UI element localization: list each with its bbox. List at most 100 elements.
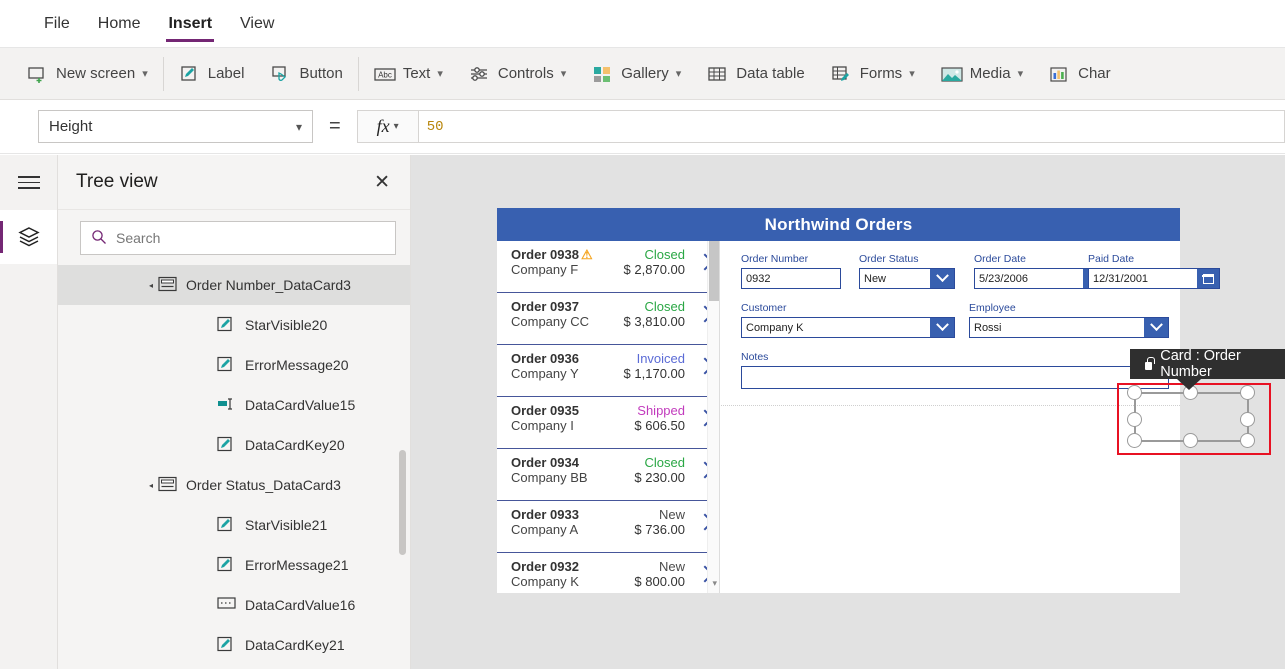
tree-node[interactable]: StarVisible20 bbox=[58, 305, 410, 345]
order-number-value: 0932 bbox=[746, 272, 771, 285]
ribbon-media[interactable]: Media ▾ bbox=[928, 48, 1036, 99]
gallery-item[interactable]: Order 0932 New Company K $ 800.00 bbox=[497, 553, 719, 593]
order-label: Order 0933 bbox=[511, 507, 579, 522]
field-customer: Customer Company K bbox=[741, 302, 955, 338]
order-date-input[interactable]: 5/23/2006 bbox=[974, 268, 1106, 289]
scroll-down-icon[interactable]: ▾ bbox=[712, 578, 717, 589]
gallery-item-status: New bbox=[658, 507, 685, 522]
formula-bar: Height ▾ = fx ▾ 50 bbox=[0, 100, 1285, 154]
chevron-down-icon: ▾ bbox=[1017, 68, 1024, 80]
ribbon-charts[interactable]: Char bbox=[1036, 48, 1124, 99]
tree-node-label: Order Number_DataCard3 bbox=[186, 277, 351, 293]
notes-input[interactable] bbox=[741, 366, 1169, 389]
chevron-down-icon[interactable] bbox=[930, 318, 954, 337]
order-number-input[interactable]: 0932 bbox=[741, 268, 841, 289]
chevron-down-icon: ▾ bbox=[295, 119, 302, 134]
gallery-item-status: Closed bbox=[644, 247, 685, 262]
tree-node[interactable]: StarVisible21 bbox=[58, 505, 410, 545]
tree-node[interactable]: ErrorMessage21 bbox=[58, 545, 410, 585]
menu-item-insert[interactable]: Insert bbox=[154, 0, 226, 48]
field-order-date: Order Date 5/23/2006 bbox=[974, 253, 1106, 289]
order-date-value: 5/23/2006 bbox=[975, 269, 1083, 288]
chevron-down-icon: ▾ bbox=[393, 121, 399, 132]
gallery-scrollbar-thumb[interactable] bbox=[709, 241, 719, 301]
ribbon-gallery-label: Gallery bbox=[621, 65, 669, 82]
hamburger-menu-button[interactable] bbox=[0, 155, 57, 210]
customer-dropdown[interactable]: Company K bbox=[741, 317, 955, 338]
orders-gallery[interactable]: Order 0938 ⚠ Closed Company F $ 2,870.00 Orde… bbox=[497, 241, 720, 593]
label-pencil-icon bbox=[217, 636, 237, 654]
tree-scrollbar-thumb[interactable] bbox=[399, 450, 406, 555]
gallery-item-row-top: Order 0936 Invoiced bbox=[511, 351, 711, 366]
resize-handle-ne[interactable] bbox=[1240, 385, 1255, 400]
ribbon-label[interactable]: Label bbox=[166, 48, 258, 99]
tree-node-label: DataCardValue16 bbox=[245, 597, 356, 613]
search-input[interactable]: Search bbox=[80, 221, 396, 255]
tree-node[interactable]: ErrorMessage20 bbox=[58, 345, 410, 385]
tree-node-list: ◂ Order Number_DataCard3 StarVisible20 Erro… bbox=[58, 265, 410, 669]
label-pencil-icon bbox=[217, 436, 237, 454]
gallery-item-company: Company CC bbox=[511, 314, 590, 329]
label-pencil-icon bbox=[217, 516, 237, 534]
resize-handle-e[interactable] bbox=[1240, 412, 1255, 427]
employee-dropdown[interactable]: Rossi bbox=[969, 317, 1169, 338]
fx-button[interactable]: fx ▾ bbox=[356, 110, 419, 143]
tree-node[interactable]: DataCardKey20 bbox=[58, 425, 410, 465]
ribbon-text[interactable]: Abc Text ▾ bbox=[361, 48, 456, 99]
menu-item-home[interactable]: Home bbox=[84, 0, 155, 48]
gallery-item-row-bottom: Company I $ 606.50 bbox=[511, 418, 711, 433]
gallery-item-row-top: Order 0938 ⚠ Closed bbox=[511, 247, 711, 262]
svg-text:Abc: Abc bbox=[378, 70, 392, 79]
tree-node[interactable]: DataCardValue16 bbox=[58, 585, 410, 625]
close-icon[interactable]: ✕ bbox=[374, 173, 390, 192]
tree-node[interactable]: ◂ Order Status_DataCard3 bbox=[58, 465, 410, 505]
formula-input[interactable]: 50 bbox=[418, 110, 1285, 143]
ribbon-gallery[interactable]: Gallery ▾ bbox=[579, 48, 694, 99]
chevron-down-icon[interactable] bbox=[930, 269, 954, 288]
rail-item-tree-view[interactable] bbox=[0, 210, 57, 264]
card-tooltip: Card : Order Number bbox=[1130, 348, 1285, 390]
tree-search-wrapper: Search bbox=[58, 210, 410, 265]
ribbon-forms[interactable]: Forms ▾ bbox=[818, 48, 928, 99]
property-select-value: Height bbox=[49, 118, 93, 135]
tree-node[interactable]: DataCardValue15 bbox=[58, 385, 410, 425]
paid-date-input[interactable]: 12/31/2001 bbox=[1088, 268, 1220, 289]
order-label: Order 0935 bbox=[511, 403, 579, 418]
resize-handle-sw[interactable] bbox=[1127, 433, 1142, 448]
field-employee: Employee Rossi bbox=[969, 302, 1169, 338]
expand-caret-icon[interactable]: ◂ bbox=[144, 281, 158, 290]
ribbon-button[interactable]: Button bbox=[257, 48, 355, 99]
gallery-item-order: Order 0933 bbox=[511, 507, 579, 522]
gallery-item-amount: $ 3,810.00 bbox=[623, 314, 685, 329]
gallery-item[interactable]: Order 0935 Shipped Company I $ 606.50 bbox=[497, 397, 719, 449]
resize-handle-w[interactable] bbox=[1127, 412, 1142, 427]
expand-caret-icon[interactable]: ◂ bbox=[144, 481, 158, 490]
chevron-down-icon[interactable] bbox=[1144, 318, 1168, 337]
gallery-item[interactable]: Order 0933 New Company A $ 736.00 bbox=[497, 501, 719, 553]
menu-item-view[interactable]: View bbox=[226, 0, 288, 48]
tree-node[interactable]: DataCardKey21 bbox=[58, 625, 410, 665]
gallery-item[interactable]: Order 0936 Invoiced Company Y $ 1,170.00 bbox=[497, 345, 719, 397]
property-select[interactable]: Height ▾ bbox=[38, 110, 313, 143]
gallery-item-row-bottom: Company K $ 800.00 bbox=[511, 574, 711, 589]
gallery-item[interactable]: Order 0938 ⚠ Closed Company F $ 2,870.00 bbox=[497, 241, 719, 293]
field-notes: Notes bbox=[741, 351, 1169, 389]
divider bbox=[162, 56, 164, 91]
ribbon-controls[interactable]: Controls ▾ bbox=[456, 48, 579, 99]
ribbon-new-screen[interactable]: New screen ▾ bbox=[14, 48, 161, 99]
ribbon-data-table[interactable]: Data table bbox=[694, 48, 817, 99]
gallery-item[interactable]: Order 0937 Closed Company CC $ 3,810.00 bbox=[497, 293, 719, 345]
menu-item-file[interactable]: File bbox=[30, 0, 84, 48]
ribbon-controls-label: Controls bbox=[497, 65, 554, 82]
gallery-item-row-bottom: Company A $ 736.00 bbox=[511, 522, 711, 537]
calendar-icon[interactable] bbox=[1197, 269, 1219, 288]
gallery-item-company: Company F bbox=[511, 262, 579, 277]
resize-handle-se[interactable] bbox=[1240, 433, 1255, 448]
tree-node[interactable]: ◂ Order Number_DataCard3 bbox=[58, 265, 410, 305]
order-status-dropdown[interactable]: New bbox=[859, 268, 955, 289]
gallery-item-order: Order 0937 bbox=[511, 299, 579, 314]
gallery-item[interactable]: Order 0934 Closed Company BB $ 230.00 bbox=[497, 449, 719, 501]
resize-handle-s[interactable] bbox=[1183, 433, 1198, 448]
resize-handle-nw[interactable] bbox=[1127, 385, 1142, 400]
gallery-scrollbar[interactable]: ▾ bbox=[707, 241, 719, 593]
